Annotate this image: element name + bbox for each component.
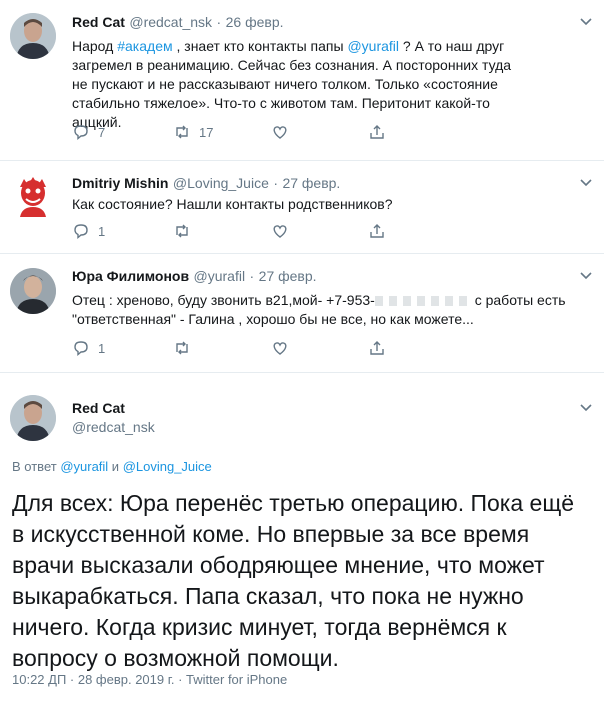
chevron-down-icon[interactable] <box>579 178 593 188</box>
text-line-1-end: с работы есть <box>470 292 566 308</box>
reply-prefix: В ответ <box>12 459 61 474</box>
tweet-date[interactable]: 26 февр. <box>226 14 284 30</box>
author-handle[interactable]: @yurafil <box>194 268 246 284</box>
text-line-1: Отец : хреново, буду звонить в21,мой- +7… <box>72 292 375 308</box>
retweet-icon <box>176 125 188 139</box>
reply-count: 7 <box>98 124 106 140</box>
reply-button[interactable]: 1 <box>72 336 105 360</box>
mention-link[interactable]: @yurafil <box>347 38 399 54</box>
retweet-icon <box>176 224 188 238</box>
tweet-1[interactable]: Red Cat @redcat_nsk · 26 февр. Народ #ак… <box>0 0 604 160</box>
reply-count: 1 <box>98 223 106 239</box>
like-button[interactable] <box>271 219 289 243</box>
separator-dot: · <box>273 175 278 191</box>
separator-dot: · <box>216 14 222 30</box>
reply-count: 1 <box>98 340 106 356</box>
tweet-actions: 1 <box>72 219 392 243</box>
avatar-red-cat[interactable] <box>10 395 56 441</box>
like-button[interactable] <box>271 336 289 360</box>
tweet-text: Народ #академ , знает кто контакты папы … <box>72 37 512 132</box>
author-name[interactable]: Юра Филимонов <box>72 268 189 284</box>
reply-and: и <box>108 459 123 474</box>
redacted-phone <box>374 296 471 307</box>
retweet-button[interactable] <box>173 219 191 243</box>
tweet-3[interactable]: Юра Филимонов @yurafil · 27 февр. Отец :… <box>0 254 604 372</box>
like-button[interactable] <box>271 120 289 144</box>
text-line-2: "ответственная" - Галина , хорошо бы не … <box>72 311 474 327</box>
share-icon <box>370 125 384 139</box>
avatar-dmitriy-mishin[interactable] <box>10 173 56 219</box>
chevron-down-icon[interactable] <box>579 403 593 413</box>
retweet-icon <box>176 341 188 355</box>
tweet-date[interactable]: 27 февр. <box>259 268 317 284</box>
heart-icon <box>273 126 287 139</box>
reply-icon <box>74 125 88 140</box>
text-part: , знает кто контакты папы <box>172 38 348 54</box>
retweet-button[interactable]: 17 <box>173 120 213 144</box>
reply-icon <box>74 224 88 239</box>
reply-user-link[interactable]: @yurafil <box>60 459 108 474</box>
retweet-button[interactable] <box>173 336 191 360</box>
tweet-date[interactable]: 27 февр. <box>282 175 340 191</box>
reply-user-link[interactable]: @Loving_Juice <box>123 459 212 474</box>
main-tweet-text: Для всех: Юра перенёс третью операцию. П… <box>12 490 575 671</box>
share-button[interactable] <box>368 336 386 360</box>
chevron-down-icon[interactable] <box>579 271 593 281</box>
reply-icon <box>74 341 88 356</box>
tweet-text: Как состояние? Нашли контакты родственни… <box>72 196 393 212</box>
tweet-meta[interactable]: 10:22 ДП · 28 февр. 2019 г. · Twitter fo… <box>12 672 287 687</box>
chevron-down-icon[interactable] <box>579 17 593 27</box>
retweet-count: 17 <box>199 124 214 140</box>
tweet-2[interactable]: Dmitriy Mishin @Loving_Juice · 27 февр. … <box>0 161 604 253</box>
avatar-red-cat[interactable] <box>10 13 56 59</box>
author-handle[interactable]: @redcat_nsk <box>72 419 155 435</box>
hashtag-link[interactable]: #академ <box>117 38 172 54</box>
share-button[interactable] <box>368 120 386 144</box>
author-name[interactable]: Red Cat <box>72 14 125 30</box>
heart-icon <box>273 342 287 355</box>
reply-button[interactable]: 7 <box>72 120 105 144</box>
reply-button[interactable]: 1 <box>72 219 105 243</box>
author-handle[interactable]: @redcat_nsk <box>129 14 212 30</box>
author-name[interactable]: Dmitriy Mishin <box>72 175 168 191</box>
reply-context: В ответ @yurafil и @Loving_Juice <box>12 459 212 474</box>
heart-icon <box>273 225 287 238</box>
separator-dot: · <box>249 268 255 284</box>
share-icon <box>370 341 384 355</box>
text-part: Народ <box>72 38 118 54</box>
share-icon <box>370 224 384 238</box>
author-handle[interactable]: @Loving_Juice <box>173 175 269 191</box>
tweet-text: Отец : хреново, буду звонить в21,мой- +7… <box>72 291 592 329</box>
tweet-actions: 7 17 <box>72 120 392 144</box>
avatar-yura-filimonov[interactable] <box>10 268 56 314</box>
tweet-actions: 1 <box>72 336 392 360</box>
author-name[interactable]: Red Cat <box>72 400 125 416</box>
share-button[interactable] <box>368 219 386 243</box>
